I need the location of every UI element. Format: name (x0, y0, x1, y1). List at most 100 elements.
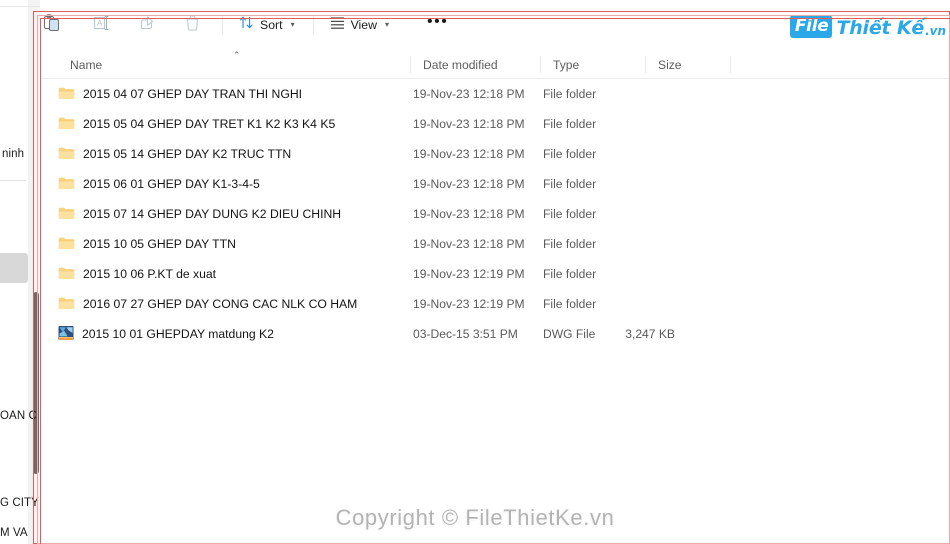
share-button[interactable] (129, 9, 165, 41)
view-button-label: View (350, 18, 378, 32)
folder-icon (58, 176, 75, 193)
file-size-cell: 3,247 KB (625, 327, 675, 341)
file-date-cell: 19-Nov-23 12:18 PM (413, 177, 525, 191)
ellipsis-icon: ••• (427, 13, 449, 30)
table-row[interactable]: 2015 05 14 GHEP DAY K2 TRUC TTN 19-Nov-23… (40, 139, 950, 169)
column-header-type-label: Type (553, 57, 580, 72)
file-name-label: 2015 05 04 GHEP DAY TRET K1 K2 K3 K4 K5 (83, 117, 336, 131)
table-row[interactable]: 2015 06 01 GHEP DAY K1-3-4-5 19-Nov-23 12… (40, 169, 950, 199)
view-button[interactable]: View ▾ (321, 9, 398, 41)
file-type-cell: File folder (543, 117, 597, 131)
folder-icon (58, 236, 75, 253)
file-name-label: 2015 06 01 GHEP DAY K1-3-4-5 (83, 177, 260, 191)
folder-icon (58, 266, 75, 283)
file-name-label: 2015 05 14 GHEP DAY K2 TRUC TTN (83, 147, 292, 161)
folder-icon (58, 146, 75, 163)
chevron-down-icon: ▾ (290, 20, 295, 29)
copyright-watermark: Copyright © FileThietKe.vn (335, 505, 615, 530)
table-row[interactable]: 2015 10 01 GHEPDAY matdung K2 03-Dec-15 3… (40, 319, 950, 349)
sort-arrows-icon (239, 15, 254, 35)
file-name-label: 2015 10 06 P.KT de xuat (83, 267, 217, 281)
file-date-cell: 19-Nov-23 12:18 PM (413, 207, 525, 221)
table-row[interactable]: 2015 04 07 GHEP DAY TRAN THI NGHI 19-Nov-… (40, 79, 950, 109)
file-type-cell: File folder (543, 297, 597, 311)
background-text-fragment-2: OAN C (0, 410, 37, 422)
table-row[interactable]: 2015 10 06 P.KT de xuat 19-Nov-23 12:19 P… (40, 259, 950, 289)
svg-text:A: A (97, 19, 103, 28)
file-type-cell: DWG File (543, 327, 596, 341)
background-rule (0, 180, 26, 181)
folder-icon (58, 206, 75, 223)
file-date-cell: 19-Nov-23 12:18 PM (413, 117, 525, 131)
clipboard-paste-icon (44, 14, 60, 36)
dwg-file-icon (58, 325, 74, 344)
file-explorer-window: A Sort ▾ View ▾ ••• ⌃ Name Date modified… (40, 0, 950, 544)
more-button[interactable]: ••• (419, 9, 456, 41)
background-scrollbar-thumb[interactable] (33, 292, 39, 474)
table-row[interactable]: 2015 10 05 GHEP DAY TTN 19-Nov-23 12:18 P… (40, 229, 950, 259)
delete-button[interactable] (174, 9, 210, 41)
file-type-cell: File folder (543, 207, 597, 221)
paste-button[interactable] (34, 9, 70, 41)
view-list-icon (330, 16, 345, 34)
column-header-name-label: Name (70, 57, 103, 72)
file-type-cell: File folder (543, 237, 597, 251)
file-name-label: 2016 07 27 GHEP DAY CONG CAC NLK CO HAM (83, 297, 358, 311)
column-header-size-label: Size (658, 57, 682, 72)
file-type-cell: File folder (543, 87, 597, 101)
file-name-label: 2015 10 01 GHEPDAY matdung K2 (82, 327, 274, 341)
file-date-cell: 19-Nov-23 12:19 PM (413, 267, 525, 281)
column-divider-4[interactable] (730, 56, 731, 73)
table-row[interactable]: 2016 07 27 GHEP DAY CONG CAC NLK CO HAM 1… (40, 289, 950, 319)
file-name-label: 2015 04 07 GHEP DAY TRAN THI NGHI (83, 87, 303, 101)
file-name-cell: 2015 10 01 GHEPDAY matdung K2 (58, 325, 274, 344)
column-header-date-label: Date modified (423, 57, 498, 72)
file-name-label: 2015 07 14 GHEP DAY DUNG K2 DIEU CHINH (83, 207, 342, 221)
folder-icon (58, 296, 75, 313)
sort-button-label: Sort (260, 18, 283, 32)
file-name-label: 2015 10 05 GHEP DAY TTN (83, 237, 236, 251)
file-name-cell: 2015 07 14 GHEP DAY DUNG K2 DIEU CHINH (58, 206, 341, 223)
file-type-cell: File folder (543, 177, 597, 191)
file-name-cell: 2016 07 27 GHEP DAY CONG CAC NLK CO HAM (58, 296, 357, 313)
filethietke-logo-watermark: File Thiết Kế .vn (789, 8, 946, 39)
column-header-size[interactable]: Size (646, 50, 731, 79)
column-header-type[interactable]: Type (541, 50, 646, 79)
file-name-cell: 2015 04 07 GHEP DAY TRAN THI NGHI (58, 86, 302, 103)
toolbar-separator-1 (222, 15, 223, 35)
file-list: 2015 04 07 GHEP DAY TRAN THI NGHI 19-Nov-… (40, 79, 950, 349)
chevron-down-icon: ▾ (385, 20, 390, 29)
background-divider (0, 6, 40, 7)
file-date-cell: 19-Nov-23 12:18 PM (413, 87, 525, 101)
background-selected-item (0, 253, 28, 283)
logo-thietke-text: Thiết Kế (836, 17, 925, 39)
toolbar-separator-2 (312, 15, 314, 35)
file-date-cell: 19-Nov-23 12:18 PM (413, 147, 525, 161)
column-header-date-modified[interactable]: Date modified (411, 50, 541, 79)
logo-file-text: File (789, 15, 833, 38)
background-window: ninh OAN C G CITY M VA (0, 0, 40, 544)
rename-icon: A (93, 15, 111, 36)
column-header-row: ⌃ Name Date modified Type Size (40, 50, 950, 79)
logo-vn-text: .vn (925, 24, 946, 38)
column-header-name[interactable]: Name (58, 50, 413, 79)
table-row[interactable]: 2015 05 04 GHEP DAY TRET K1 K2 K3 K4 K5 1… (40, 109, 950, 139)
file-date-cell: 19-Nov-23 12:19 PM (413, 297, 525, 311)
folder-icon (58, 86, 75, 103)
file-type-cell: File folder (543, 267, 597, 281)
file-name-cell: 2015 05 04 GHEP DAY TRET K1 K2 K3 K4 K5 (58, 116, 335, 133)
explorer-screenshot: ninh OAN C G CITY M VA A Sort ▾ View ▾ •… (0, 0, 950, 544)
share-icon (139, 15, 156, 36)
folder-icon (58, 116, 75, 133)
file-type-cell: File folder (543, 147, 597, 161)
file-date-cell: 03-Dec-15 3:51 PM (413, 327, 518, 341)
background-text-fragment-1: ninh (2, 148, 25, 160)
toolbar-separator-3 (407, 15, 408, 35)
sort-button[interactable]: Sort ▾ (230, 9, 304, 41)
file-name-cell: 2015 10 06 P.KT de xuat (58, 266, 216, 283)
file-name-cell: 2015 10 05 GHEP DAY TTN (58, 236, 236, 253)
table-row[interactable]: 2015 07 14 GHEP DAY DUNG K2 DIEU CHINH 19… (40, 199, 950, 229)
file-date-cell: 19-Nov-23 12:18 PM (413, 237, 525, 251)
rename-button[interactable]: A (84, 9, 120, 41)
trash-icon (185, 14, 200, 36)
